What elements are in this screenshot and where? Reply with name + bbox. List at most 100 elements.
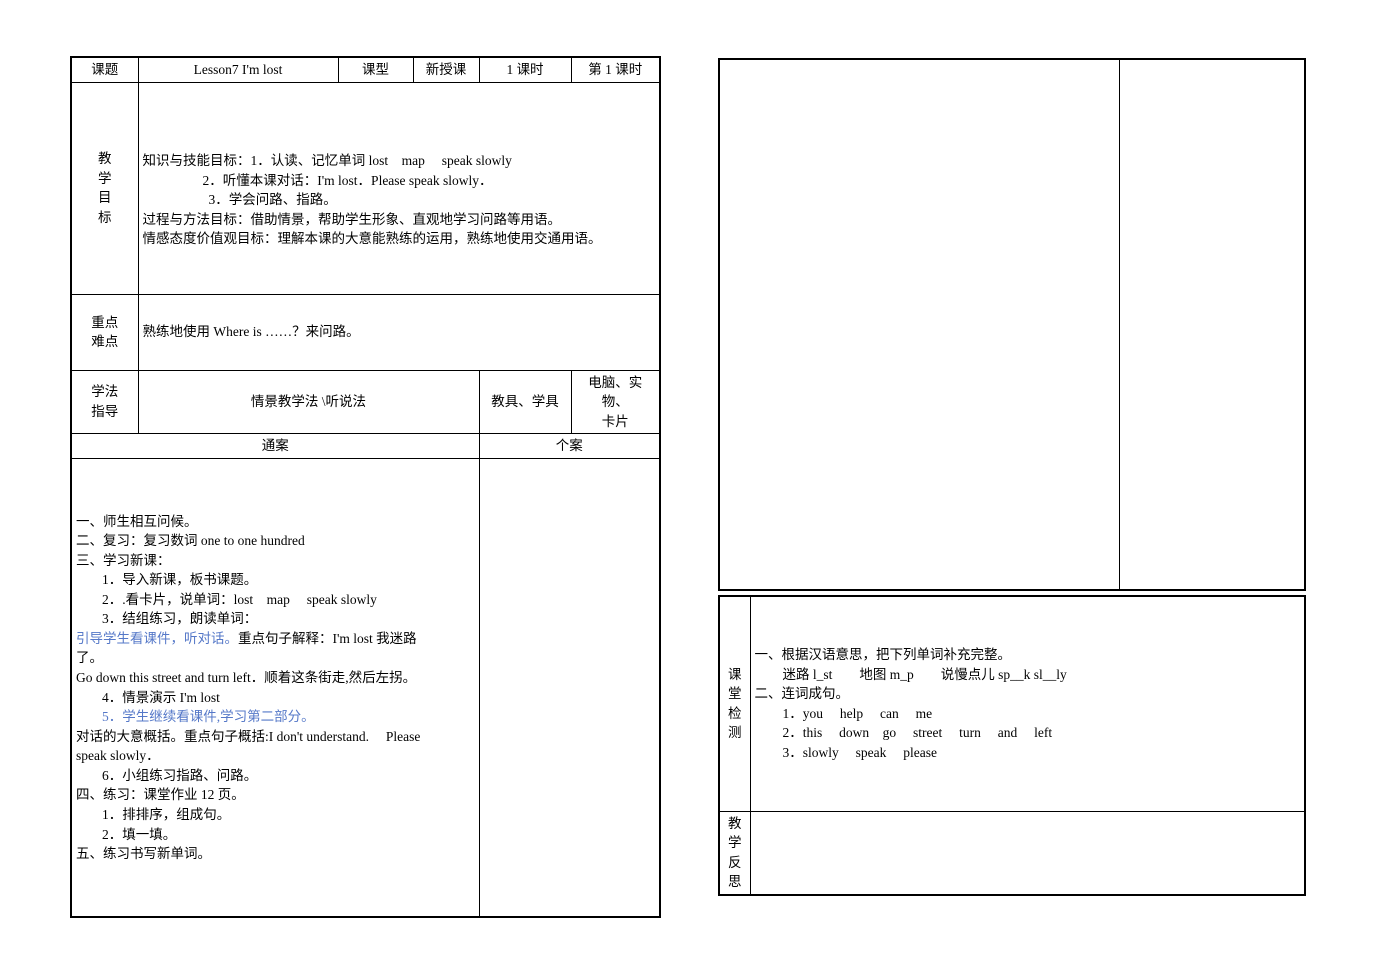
class-check-label: 课 堂 检 测 <box>718 595 751 812</box>
lesson-body-line: 一、师生相互问候。 <box>76 512 475 532</box>
table-row-method: 学法 指导 情景教学法 \听说法 教具、学具 电脑、实物、 卡片 <box>70 369 661 435</box>
lesson-body-text: 2．填一填。 <box>102 826 177 842</box>
lesson-body-text: 1．排排序，组成句。 <box>102 806 231 822</box>
lesson-body-line: Go down this street and turn left．顺着这条街走… <box>76 668 475 688</box>
reflection-label-char: 学 <box>728 835 742 851</box>
lesson-body-text: 引导学生看课件，听对话。 <box>76 630 238 646</box>
lesson-body-text: 6．小组练习指路、问路。 <box>102 767 258 783</box>
teaching-aids-label: 教具、学具 <box>478 369 572 435</box>
lesson-body-text: 5．学生继续看课件,学习第二部分。 <box>102 709 315 725</box>
table-row-header: 课题 Lesson7 I'm lost 课型 新授课 1 课时 第 1 课时 <box>70 56 661 83</box>
reflection-label: 教 学 反 思 <box>718 810 751 896</box>
lesson-body-line: 1．导入新课，板书课题。 <box>76 570 475 590</box>
blank-cell-right <box>1118 58 1306 591</box>
class-check-line: 二、连词成句。 <box>754 686 850 702</box>
goals-label-char: 学 <box>98 170 112 186</box>
class-check-line: 1．you help can me <box>782 705 933 721</box>
lesson-body-text-tail: 重点句子解释：I'm lost 我迷路 <box>238 630 417 646</box>
lesson-type-label: 课型 <box>337 56 414 83</box>
general-plan-content: 一、师生相互问候。二、复习：复习数词 one to one hundred 三、学… <box>70 457 480 918</box>
method-label: 学法 指导 <box>70 369 139 435</box>
lesson-body-line: 对话的大意概括。重点句子概括:I don't understand. Pleas… <box>76 727 475 747</box>
class-check-label-char: 测 <box>728 725 742 741</box>
lesson-body-text: speak slowly． <box>76 748 160 764</box>
lesson-type-value: 新授课 <box>412 56 480 83</box>
goal-line: 知识与技能目标：1．认读、记忆单词 lost map speak slowly <box>142 153 512 169</box>
topic-label: 课题 <box>70 56 139 83</box>
lesson-body-text: 对话的大意概括。重点句子概括:I don't understand. Pleas… <box>76 728 421 744</box>
class-check-label-char: 检 <box>728 705 742 721</box>
table-row-keypoints: 重点 难点 熟练地使用 Where is ……？来问路。 <box>70 293 661 371</box>
reflection-label-char: 教 <box>728 815 742 831</box>
lesson-body-text: 2．.看卡片，说单词：lost map speak slowly <box>102 591 377 607</box>
table-row-class-check: 课 堂 检 测 一、根据汉语意思，把下列单词补充完整。迷路 l_st 地图 m_… <box>718 595 1306 812</box>
goal-line: 3．学会问路、指路。 <box>208 192 337 208</box>
goal-line: 过程与方法目标：借助情景，帮助学生形象、直观地学习问路等用语。 <box>142 211 562 227</box>
goal-line: 情感态度价值观目标：理解本课的大意能熟练的运用，熟练地使用交通用语。 <box>142 231 602 247</box>
lesson-body-text: 1．导入新课，板书课题。 <box>102 572 258 588</box>
table-row-goals: 教 学 目 标 知识与技能目标：1．认读、记忆单词 lost map speak… <box>70 81 661 295</box>
lesson-body-text: 4．情景演示 I'm lost <box>102 689 220 705</box>
lesson-body-line: 引导学生看课件，听对话。重点句子解释：I'm lost 我迷路 <box>76 629 475 649</box>
lesson-body-line: speak slowly． <box>76 746 475 766</box>
class-check-label-char: 堂 <box>728 686 742 702</box>
general-plan-header: 通案 <box>70 433 480 459</box>
individual-plan-header: 个案 <box>478 433 661 459</box>
period-number-value: 第 1 课时 <box>570 56 661 83</box>
lesson-body-text: 三、学习新课： <box>76 552 171 568</box>
individual-plan-content <box>478 457 661 918</box>
goals-label-char: 教 <box>98 150 112 166</box>
lesson-plan-page: 课题 Lesson7 I'm lost 课型 新授课 1 课时 第 1 课时 教… <box>0 0 1375 971</box>
reflection-label-char: 反 <box>728 854 742 870</box>
reflection-label-char: 思 <box>728 874 742 890</box>
lesson-body-line: 了。 <box>76 648 475 668</box>
keypoints-label-char: 重点 <box>91 314 119 330</box>
lesson-body-line: 6．小组练习指路、问路。 <box>76 766 475 786</box>
table-row-reflection: 教 学 反 思 <box>718 810 1306 896</box>
lesson-body-line: 二、复习：复习数词 one to one hundred <box>76 531 475 551</box>
lesson-body-line: 五、练习书写新单词。 <box>76 844 475 864</box>
class-check-line: 一、根据汉语意思，把下列单词补充完整。 <box>754 647 1012 663</box>
right-blank-table <box>718 58 1306 591</box>
lesson-body-line: 2．填一填。 <box>76 825 475 845</box>
teaching-aids-value-line: 卡片 <box>601 413 629 429</box>
lesson-body-text: 了。 <box>76 650 103 666</box>
table-row-blank <box>718 58 1306 591</box>
goals-label-char: 标 <box>98 209 112 225</box>
left-lesson-plan-table: 课题 Lesson7 I'm lost 课型 新授课 1 课时 第 1 课时 教… <box>70 56 661 919</box>
class-check-label-char: 课 <box>728 666 742 682</box>
class-check-line: 迷路 l_st 地图 m_p 说慢点儿 sp__k sl__ly <box>782 666 1067 682</box>
goals-label-char: 目 <box>98 190 112 206</box>
keypoints-label: 重点 难点 <box>70 293 139 371</box>
class-check-line: 3．slowly speak please <box>782 744 937 760</box>
goals-content: 知识与技能目标：1．认读、记忆单词 lost map speak slowly … <box>137 81 661 295</box>
table-row-lesson-body: 一、师生相互问候。二、复习：复习数词 one to one hundred 三、学… <box>70 457 661 918</box>
goals-label: 教 学 目 标 <box>70 81 139 295</box>
periods-value: 1 课时 <box>478 56 572 83</box>
lesson-body-line: 5．学生继续看课件,学习第二部分。 <box>76 707 475 727</box>
lesson-body-text: 一、师生相互问候。 <box>76 513 198 529</box>
lesson-body-text: 四、练习：课堂作业 12 页。 <box>76 787 245 803</box>
lesson-body-line: 1．排排序，组成句。 <box>76 805 475 825</box>
lesson-body-text: 二、复习：复习数词 one to one hundred <box>76 533 305 549</box>
method-label-char: 学法 <box>91 384 119 400</box>
method-value: 情景教学法 \听说法 <box>137 369 480 435</box>
class-check-line: 2．this down go street turn and left <box>782 725 1053 741</box>
lesson-body-text: 3．结组练习，朗读单词： <box>102 611 258 627</box>
teaching-aids-value: 电脑、实物、 卡片 <box>570 369 661 435</box>
teaching-aids-value-line: 电脑、实物、 <box>588 374 643 410</box>
lesson-body-line: 4．情景演示 I'm lost <box>76 688 475 708</box>
keypoints-content: 熟练地使用 Where is ……？来问路。 <box>137 293 661 371</box>
lesson-body-line: 三、学习新课： <box>76 551 475 571</box>
blank-cell-left <box>718 58 1120 591</box>
reflection-content <box>749 810 1306 896</box>
assessment-reflection-table: 课 堂 检 测 一、根据汉语意思，把下列单词补充完整。迷路 l_st 地图 m_… <box>718 595 1306 896</box>
lesson-body-text: Go down this street and turn left．顺着这条街走… <box>76 670 417 685</box>
lesson-body-line: 3．结组练习，朗读单词： <box>76 609 475 629</box>
method-label-char: 指导 <box>91 403 119 419</box>
goal-line: 2．听懂本课对话：I'm lost．Please speak slowly． <box>202 172 493 188</box>
topic-value: Lesson7 I'm lost <box>137 56 339 83</box>
lesson-body-line: 四、练习：课堂作业 12 页。 <box>76 785 475 805</box>
lesson-body-line: 2．.看卡片，说单词：lost map speak slowly <box>76 590 475 610</box>
keypoints-label-char: 难点 <box>91 334 119 350</box>
